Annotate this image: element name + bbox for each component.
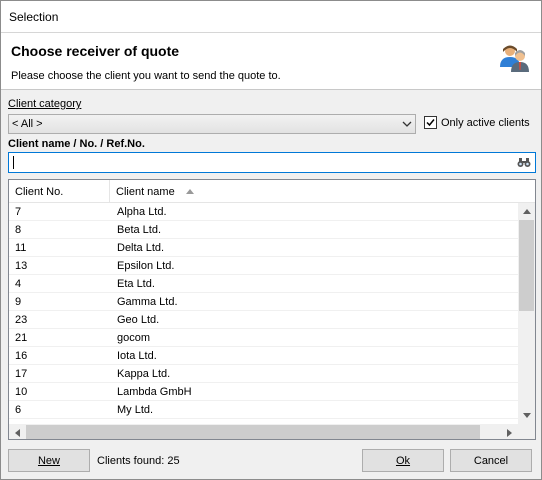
client-category-label-text: Client category	[8, 98, 82, 110]
vertical-scrollbar[interactable]	[518, 203, 535, 424]
column-header-client-name-label: Client name	[116, 186, 175, 198]
header-title: Choose receiver of quote	[11, 43, 180, 59]
table-row[interactable]: 16 Iota Ltd.	[9, 347, 518, 365]
clients-found-label: Clients found:	[97, 455, 165, 467]
window-title: Selection	[1, 1, 541, 32]
clients-found-status: Clients found: 25	[97, 455, 180, 467]
cell-client-name: Iota Ltd.	[117, 350, 157, 362]
horizontal-scroll-thumb[interactable]	[26, 425, 480, 439]
table-row[interactable]: 9 Gamma Ltd.	[9, 293, 518, 311]
cell-client-name: gocom	[117, 332, 151, 344]
client-category-value: < All >	[12, 118, 43, 130]
table-row[interactable]: 13 Epsilon Ltd.	[9, 257, 518, 275]
clients-found-count: 25	[167, 455, 180, 467]
table-row[interactable]: 10 Lambda GmbH	[9, 383, 518, 401]
cell-client-no: 9	[15, 296, 22, 308]
selection-dialog: Selection Choose receiver of quote Pleas…	[0, 0, 542, 480]
text-caret	[13, 156, 14, 169]
table-row[interactable]: 17 Kappa Ltd.	[9, 365, 518, 383]
vertical-scroll-thumb[interactable]	[519, 220, 534, 311]
table-row[interactable]: 23 Geo Ltd.	[9, 311, 518, 329]
cell-client-no: 6	[15, 404, 22, 416]
checkmark-icon	[426, 119, 435, 127]
sort-ascending-icon	[185, 189, 194, 194]
search-input[interactable]	[12, 154, 492, 172]
column-header-client-name[interactable]: Client name	[110, 180, 410, 202]
table-row[interactable]: 7 Alpha Ltd.	[9, 203, 518, 221]
cell-client-name: Kappa Ltd.	[117, 368, 171, 380]
only-active-clients-checkbox[interactable]: Only active clients	[424, 116, 530, 129]
header-subtitle: Please choose the client you want to sen…	[11, 70, 281, 82]
cell-client-no: 13	[15, 260, 28, 272]
cell-client-no: 10	[15, 386, 28, 398]
cell-client-name: Lambda GmbH	[117, 386, 192, 398]
grid-rows: 7 Alpha Ltd. 8 Beta Ltd. 11 Delta Ltd. 13 Ep…	[9, 203, 518, 419]
search-field[interactable]	[8, 152, 536, 173]
column-header-client-no[interactable]: Client No.	[9, 180, 110, 202]
table-row[interactable]: 8 Beta Ltd.	[9, 221, 518, 239]
chevron-down-icon	[402, 121, 412, 127]
cell-client-name: Delta Ltd.	[117, 242, 165, 254]
scrollbar-corner	[518, 424, 535, 439]
cell-client-no: 8	[15, 224, 22, 236]
ok-button[interactable]: Ok	[362, 449, 444, 472]
cancel-button-label: Cancel	[473, 454, 509, 467]
cell-client-name: Alpha Ltd.	[117, 206, 167, 218]
table-row[interactable]: 6 My Ltd.	[9, 401, 518, 419]
table-row[interactable]: 11 Delta Ltd.	[9, 239, 518, 257]
client-category-select[interactable]: < All >	[8, 114, 416, 134]
table-row[interactable]: 21 gocom	[9, 329, 518, 347]
cell-client-name: Gamma Ltd.	[117, 296, 178, 308]
dialog-header: Choose receiver of quote Please choose t…	[1, 32, 541, 90]
cell-client-name: Epsilon Ltd.	[117, 260, 175, 272]
horizontal-scrollbar[interactable]	[9, 424, 535, 439]
only-active-clients-label: Only active clients	[441, 116, 530, 129]
cell-client-name: Eta Ltd.	[117, 278, 155, 290]
cell-client-name: Beta Ltd.	[117, 224, 162, 236]
scroll-left-arrow-icon[interactable]	[9, 424, 26, 439]
cell-client-no: 4	[15, 278, 22, 290]
scroll-right-arrow-icon[interactable]	[501, 424, 518, 439]
table-row[interactable]: 4 Eta Ltd.	[9, 275, 518, 293]
new-button[interactable]: New	[8, 449, 90, 472]
clients-grid: Client No. Client name 7 Alpha Ltd. 8 Beta…	[8, 179, 536, 440]
cell-client-name: My Ltd.	[117, 404, 154, 416]
cell-client-no: 23	[15, 314, 28, 326]
binoculars-icon[interactable]	[517, 157, 531, 168]
cell-client-no: 7	[15, 206, 22, 218]
client-name-label: Client name / No. / Ref.No.	[8, 138, 145, 150]
scroll-down-arrow-icon[interactable]	[518, 407, 535, 424]
cell-client-no: 21	[15, 332, 28, 344]
grid-header: Client No. Client name	[9, 180, 535, 203]
scroll-up-arrow-icon[interactable]	[518, 203, 535, 220]
users-icon	[500, 45, 529, 72]
cell-client-no: 16	[15, 350, 28, 362]
cancel-button[interactable]: Cancel	[450, 449, 532, 472]
cell-client-no: 17	[15, 368, 28, 380]
cell-client-no: 11	[15, 242, 27, 254]
new-button-label: New	[37, 454, 60, 467]
client-category-label: Client category	[8, 98, 81, 110]
checkbox-box[interactable]	[424, 116, 437, 129]
ok-button-label: Ok	[395, 454, 411, 467]
cell-client-name: Geo Ltd.	[117, 314, 160, 326]
